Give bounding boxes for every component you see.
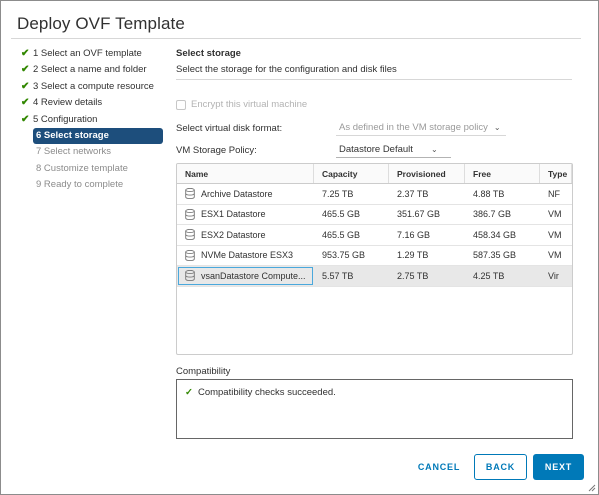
cell-capacity: 5.57 TB [322, 270, 354, 281]
section-description: Select the storage for the configuration… [176, 64, 397, 75]
wizard-steps: ✔ 1 Select an OVF template ✔ 2 Select a … [21, 45, 166, 193]
encrypt-vm-option: Encrypt this virtual machine [176, 99, 307, 110]
datastore-icon [185, 229, 195, 241]
cell-provisioned: 2.75 TB [397, 270, 429, 281]
step-ready-to-complete: 9 Ready to complete [36, 179, 124, 191]
datastore-icon [185, 208, 195, 220]
compatibility-message: ✓ Compatibility checks succeeded. [185, 387, 336, 398]
step-select-ovf-template[interactable]: ✔ 1 Select an OVF template [21, 45, 166, 62]
disk-format-value: As defined in the VM storage policy [339, 122, 488, 133]
check-icon: ✔ [21, 113, 30, 125]
table-row[interactable]: Archive Datastore 7.25 TB 2.37 TB 4.88 T… [177, 184, 572, 205]
cell-name: NVMe Datastore ESX3 [177, 246, 314, 266]
cell-free: 4.88 TB [473, 188, 505, 199]
next-button[interactable]: NEXT [533, 454, 584, 480]
step-configuration[interactable]: ✔ 5 Configuration [21, 111, 166, 128]
step-select-name-folder[interactable]: ✔ 2 Select a name and folder [21, 62, 166, 79]
cell-type: VM [548, 250, 562, 261]
cell-name: ESX2 Datastore [177, 225, 314, 245]
cell-provisioned: 2.37 TB [397, 188, 429, 199]
step-select-compute-resource[interactable]: ✔ 3 Select a compute resource [21, 78, 166, 95]
table-row[interactable]: ESX2 Datastore 465.5 GB 7.16 GB 458.34 G… [177, 225, 572, 246]
cell-free: 386.7 GB [473, 209, 512, 220]
check-icon: ✔ [21, 80, 30, 92]
encrypt-checkbox [176, 99, 186, 110]
column-header-name[interactable]: Name [177, 164, 314, 183]
column-header-provisioned[interactable]: Provisioned [389, 164, 465, 183]
check-icon: ✔ [21, 97, 30, 109]
resize-handle-icon[interactable] [588, 484, 596, 492]
encrypt-label: Encrypt this virtual machine [191, 99, 308, 110]
compatibility-box: ✓ Compatibility checks succeeded. [176, 379, 573, 439]
grid-header: Name Capacity Provisioned Free Type [177, 164, 572, 184]
cell-provisioned: 7.16 GB [397, 229, 431, 240]
cell-type: VM [548, 229, 562, 240]
title-divider [11, 38, 581, 39]
cell-free: 4.25 TB [473, 270, 505, 281]
chevron-down-icon: ⌄ [430, 145, 438, 154]
cell-type: NF [548, 188, 560, 199]
disk-format-label: Select virtual disk format: [176, 123, 283, 134]
deploy-ovf-dialog: Deploy OVF Template ✔ 1 Select an OVF te… [0, 0, 599, 495]
datastore-icon [185, 270, 195, 282]
table-row-selected[interactable]: vsanDatastore Compute... 5.57 TB 2.75 TB… [177, 266, 572, 287]
section-title: Select storage [176, 48, 241, 59]
step-review-details[interactable]: ✔ 4 Review details [21, 95, 166, 112]
cell-capacity: 465.5 GB [322, 209, 361, 220]
dialog-title: Deploy OVF Template [17, 14, 185, 33]
compatibility-label: Compatibility [176, 366, 231, 377]
storage-policy-value: Datastore Default [339, 144, 413, 155]
column-header-capacity[interactable]: Capacity [314, 164, 389, 183]
datastore-icon [185, 188, 195, 200]
chevron-down-icon: ⌄ [493, 123, 501, 132]
cell-name: vsanDatastore Compute... [177, 266, 314, 286]
step-select-networks: 7 Select networks [36, 146, 111, 158]
datastore-icon [185, 249, 195, 261]
step-customize-template: 8 Customize template [36, 162, 128, 174]
main-panel: Select storage Select the storage for th… [176, 48, 572, 158]
cell-type: VM [548, 209, 562, 220]
table-row[interactable]: NVMe Datastore ESX3 953.75 GB 1.29 TB 58… [177, 246, 572, 266]
column-header-type[interactable]: Type [540, 164, 572, 183]
cancel-button[interactable]: CANCEL [409, 454, 469, 480]
cell-capacity: 7.25 TB [322, 188, 354, 199]
storage-policy-label: VM Storage Policy: [176, 145, 257, 156]
cell-capacity: 953.75 GB [322, 250, 366, 261]
disk-format-select: As defined in the VM storage policy ⌄ [336, 120, 506, 136]
cell-provisioned: 351.67 GB [397, 209, 441, 220]
cell-capacity: 465.5 GB [322, 229, 361, 240]
storage-policy-select[interactable]: Datastore Default ⌄ [336, 142, 451, 158]
datastore-grid: Name Capacity Provisioned Free Type Arch… [176, 163, 573, 355]
cell-type: Vir [548, 270, 559, 281]
table-row[interactable]: ESX1 Datastore 465.5 GB 351.67 GB 386.7 … [177, 205, 572, 225]
cell-name: ESX1 Datastore [177, 205, 314, 225]
column-header-free[interactable]: Free [465, 164, 540, 183]
section-divider [176, 79, 572, 80]
step-select-storage[interactable]: 6 Select storage [33, 127, 163, 144]
cell-free: 587.35 GB [473, 250, 517, 261]
cell-free: 458.34 GB [473, 229, 517, 240]
cell-provisioned: 1.29 TB [397, 250, 429, 261]
check-icon: ✓ [185, 387, 193, 398]
check-icon: ✔ [21, 47, 30, 59]
check-icon: ✔ [21, 64, 30, 76]
cell-name: Archive Datastore [177, 184, 314, 204]
back-button[interactable]: BACK [474, 454, 527, 480]
